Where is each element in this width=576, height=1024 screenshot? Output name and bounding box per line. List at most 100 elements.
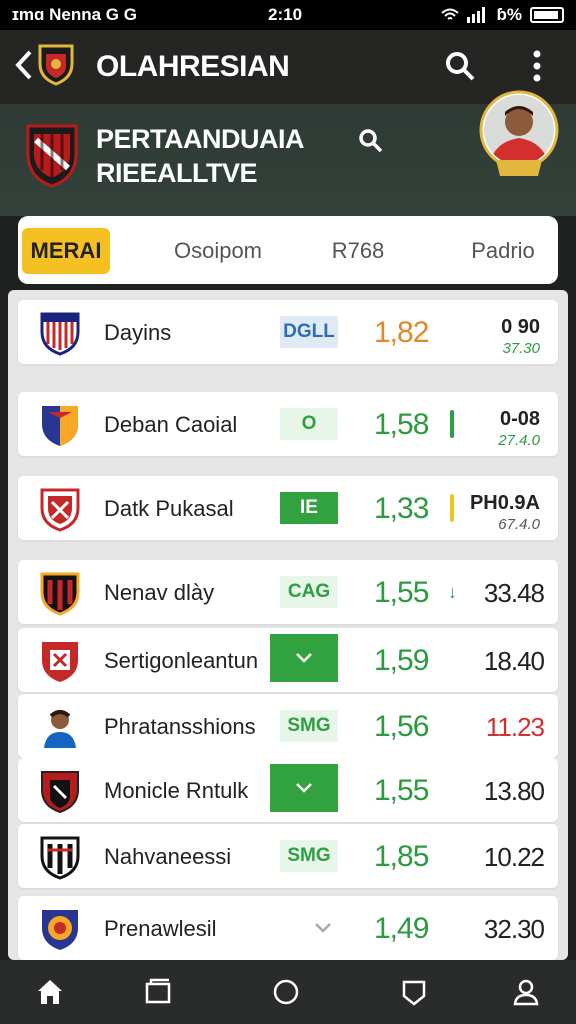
nav-circle[interactable]	[270, 976, 302, 1008]
list-item[interactable]: Dayins DGLL 1,82 0 90 37.30	[18, 300, 558, 364]
list-item[interactable]: Sertigonleantun 1,59 18.40	[18, 628, 558, 692]
wifi-icon	[440, 8, 459, 20]
trend-indicator	[450, 410, 454, 438]
odds-value[interactable]: 1,55	[374, 774, 429, 808]
market-badge[interactable]: SMG	[280, 840, 338, 872]
list-item[interactable]: Phratansshions SMG 1,56 11.23	[18, 694, 558, 758]
odds-value[interactable]: 1,56	[374, 710, 429, 744]
score-top: 0-08	[499, 408, 540, 430]
odds-value[interactable]: 1,55	[374, 576, 429, 610]
select-check-button[interactable]	[270, 764, 338, 812]
player-face-icon	[38, 704, 82, 750]
score-value: 33.48	[483, 578, 545, 608]
club-logo	[38, 44, 74, 86]
trend-arrow-icon: ↓	[448, 582, 457, 602]
tab-merai[interactable]: MERAI	[22, 228, 110, 274]
odds-value[interactable]: 1,49	[374, 912, 429, 946]
team-crest-icon	[42, 406, 78, 446]
team-name: Nahvaneessi	[104, 844, 232, 869]
team-crest-icon	[40, 572, 80, 616]
odds-value[interactable]: 1,85	[374, 840, 429, 874]
search-icon	[359, 129, 383, 153]
more-menu-button[interactable]	[530, 48, 544, 84]
tab-r768[interactable]: R768	[318, 228, 398, 274]
team-name: Monicle Rntulk	[104, 778, 249, 803]
odds-value[interactable]: 1,59	[374, 644, 429, 678]
profile-icon	[513, 979, 539, 1006]
list-item[interactable]: Nahvaneessi SMG 1,85 10.22	[18, 824, 558, 888]
odds-value[interactable]: 1,58	[374, 408, 429, 442]
score-top: PH0.9A	[469, 492, 540, 514]
tab-padrio[interactable]: Padrio	[448, 228, 558, 274]
team-name: Nenav dlày	[104, 580, 215, 605]
select-check-button[interactable]	[270, 634, 338, 682]
market-badge[interactable]: CAG	[280, 576, 338, 608]
team-name: Dayins	[104, 320, 172, 345]
status-left: ɪmɑ Nenna G G	[12, 5, 137, 24]
battery-icon	[530, 7, 564, 23]
bottom-nav	[0, 960, 576, 1024]
team-name: Phratansshions	[104, 714, 256, 739]
score-top: 0 90	[501, 316, 540, 338]
category-tabs: MERAI Osoipom R768 Padrio	[18, 216, 558, 284]
status-bar: ɪmɑ Nenna G G 2:10 ɓ%	[0, 0, 576, 30]
score-value: 13.80	[483, 776, 545, 806]
team-crest-icon	[40, 836, 80, 880]
circle-icon	[273, 979, 299, 1005]
back-button[interactable]	[14, 48, 34, 88]
hero-search-button[interactable]	[358, 128, 384, 159]
status-right: ɓ%	[440, 5, 564, 25]
search-button[interactable]	[444, 50, 476, 87]
list-item[interactable]: Nenav dlày CAG 1,55 ↓ 33.48	[18, 560, 558, 624]
hero-title-line2: RIEEALLTVE	[96, 158, 258, 188]
nav-bookmark[interactable]	[398, 976, 430, 1008]
hero-header: PERTAANDUAIA RIEEALLTVE	[0, 90, 576, 216]
team-name: Deban Caoial	[104, 412, 238, 437]
market-badge[interactable]: IE	[280, 492, 338, 524]
hero-title-line1: PERTAANDUAIA	[96, 124, 305, 154]
app-title: OLAHRESIAN	[96, 50, 290, 83]
team-crest-icon	[40, 488, 80, 532]
chevron-down-icon	[296, 653, 312, 663]
score-sub: 27.4.0	[498, 432, 540, 449]
nav-profile[interactable]	[510, 976, 542, 1008]
team-crest-icon	[42, 910, 78, 950]
match-list: Dayins DGLL 1,82 0 90 37.30 Deban Caoial…	[8, 290, 568, 960]
tab-osoipom[interactable]: Osoipom	[158, 228, 278, 274]
market-badge[interactable]: SMG	[280, 710, 338, 742]
team-name: Prenawlesil	[104, 916, 217, 941]
expand-button[interactable]	[294, 912, 352, 944]
team-name: Datk Pukasal	[104, 496, 234, 521]
list-item[interactable]: Deban Caoial O 1,58 0-08 27.4.0	[18, 392, 558, 456]
list-item[interactable]: Monicle Rntulk 1,55 13.80	[18, 758, 558, 822]
team-crest-icon	[42, 642, 78, 682]
tabs-icon	[145, 978, 171, 1004]
score-value: 18.40	[483, 646, 545, 676]
league-logo	[26, 124, 78, 188]
team-crest-icon	[41, 771, 79, 814]
team-name: Sertigonleantun	[104, 648, 259, 673]
kebab-menu-icon	[533, 50, 541, 82]
market-badge[interactable]: O	[280, 408, 338, 440]
score-sub: 67.4.0	[498, 516, 540, 533]
chevron-down-icon	[315, 923, 331, 933]
team-crest-icon	[40, 312, 80, 356]
status-time: 2:10	[268, 5, 303, 24]
score-value: 32.30	[483, 914, 545, 944]
list-item[interactable]: Prenawlesil 1,49 32.30	[18, 896, 558, 960]
chevron-left-icon	[15, 50, 32, 80]
nav-tabs[interactable]	[142, 976, 174, 1008]
home-icon	[38, 980, 62, 1004]
score-value: 10.22	[483, 842, 545, 872]
chevron-down-icon	[296, 783, 312, 793]
battery-label: ɓ%	[496, 5, 523, 24]
list-item[interactable]: Datk Pukasal IE 1,33 PH0.9A 67.4.0	[18, 476, 558, 540]
signal-icon	[466, 7, 485, 23]
market-badge[interactable]: DGLL	[280, 316, 338, 348]
odds-value[interactable]: 1,33	[374, 492, 429, 526]
nav-home[interactable]	[34, 976, 66, 1008]
player-avatar[interactable]	[478, 90, 560, 186]
search-icon	[446, 52, 475, 81]
bookmark-icon	[402, 980, 426, 1006]
odds-value[interactable]: 1,82	[374, 316, 429, 350]
